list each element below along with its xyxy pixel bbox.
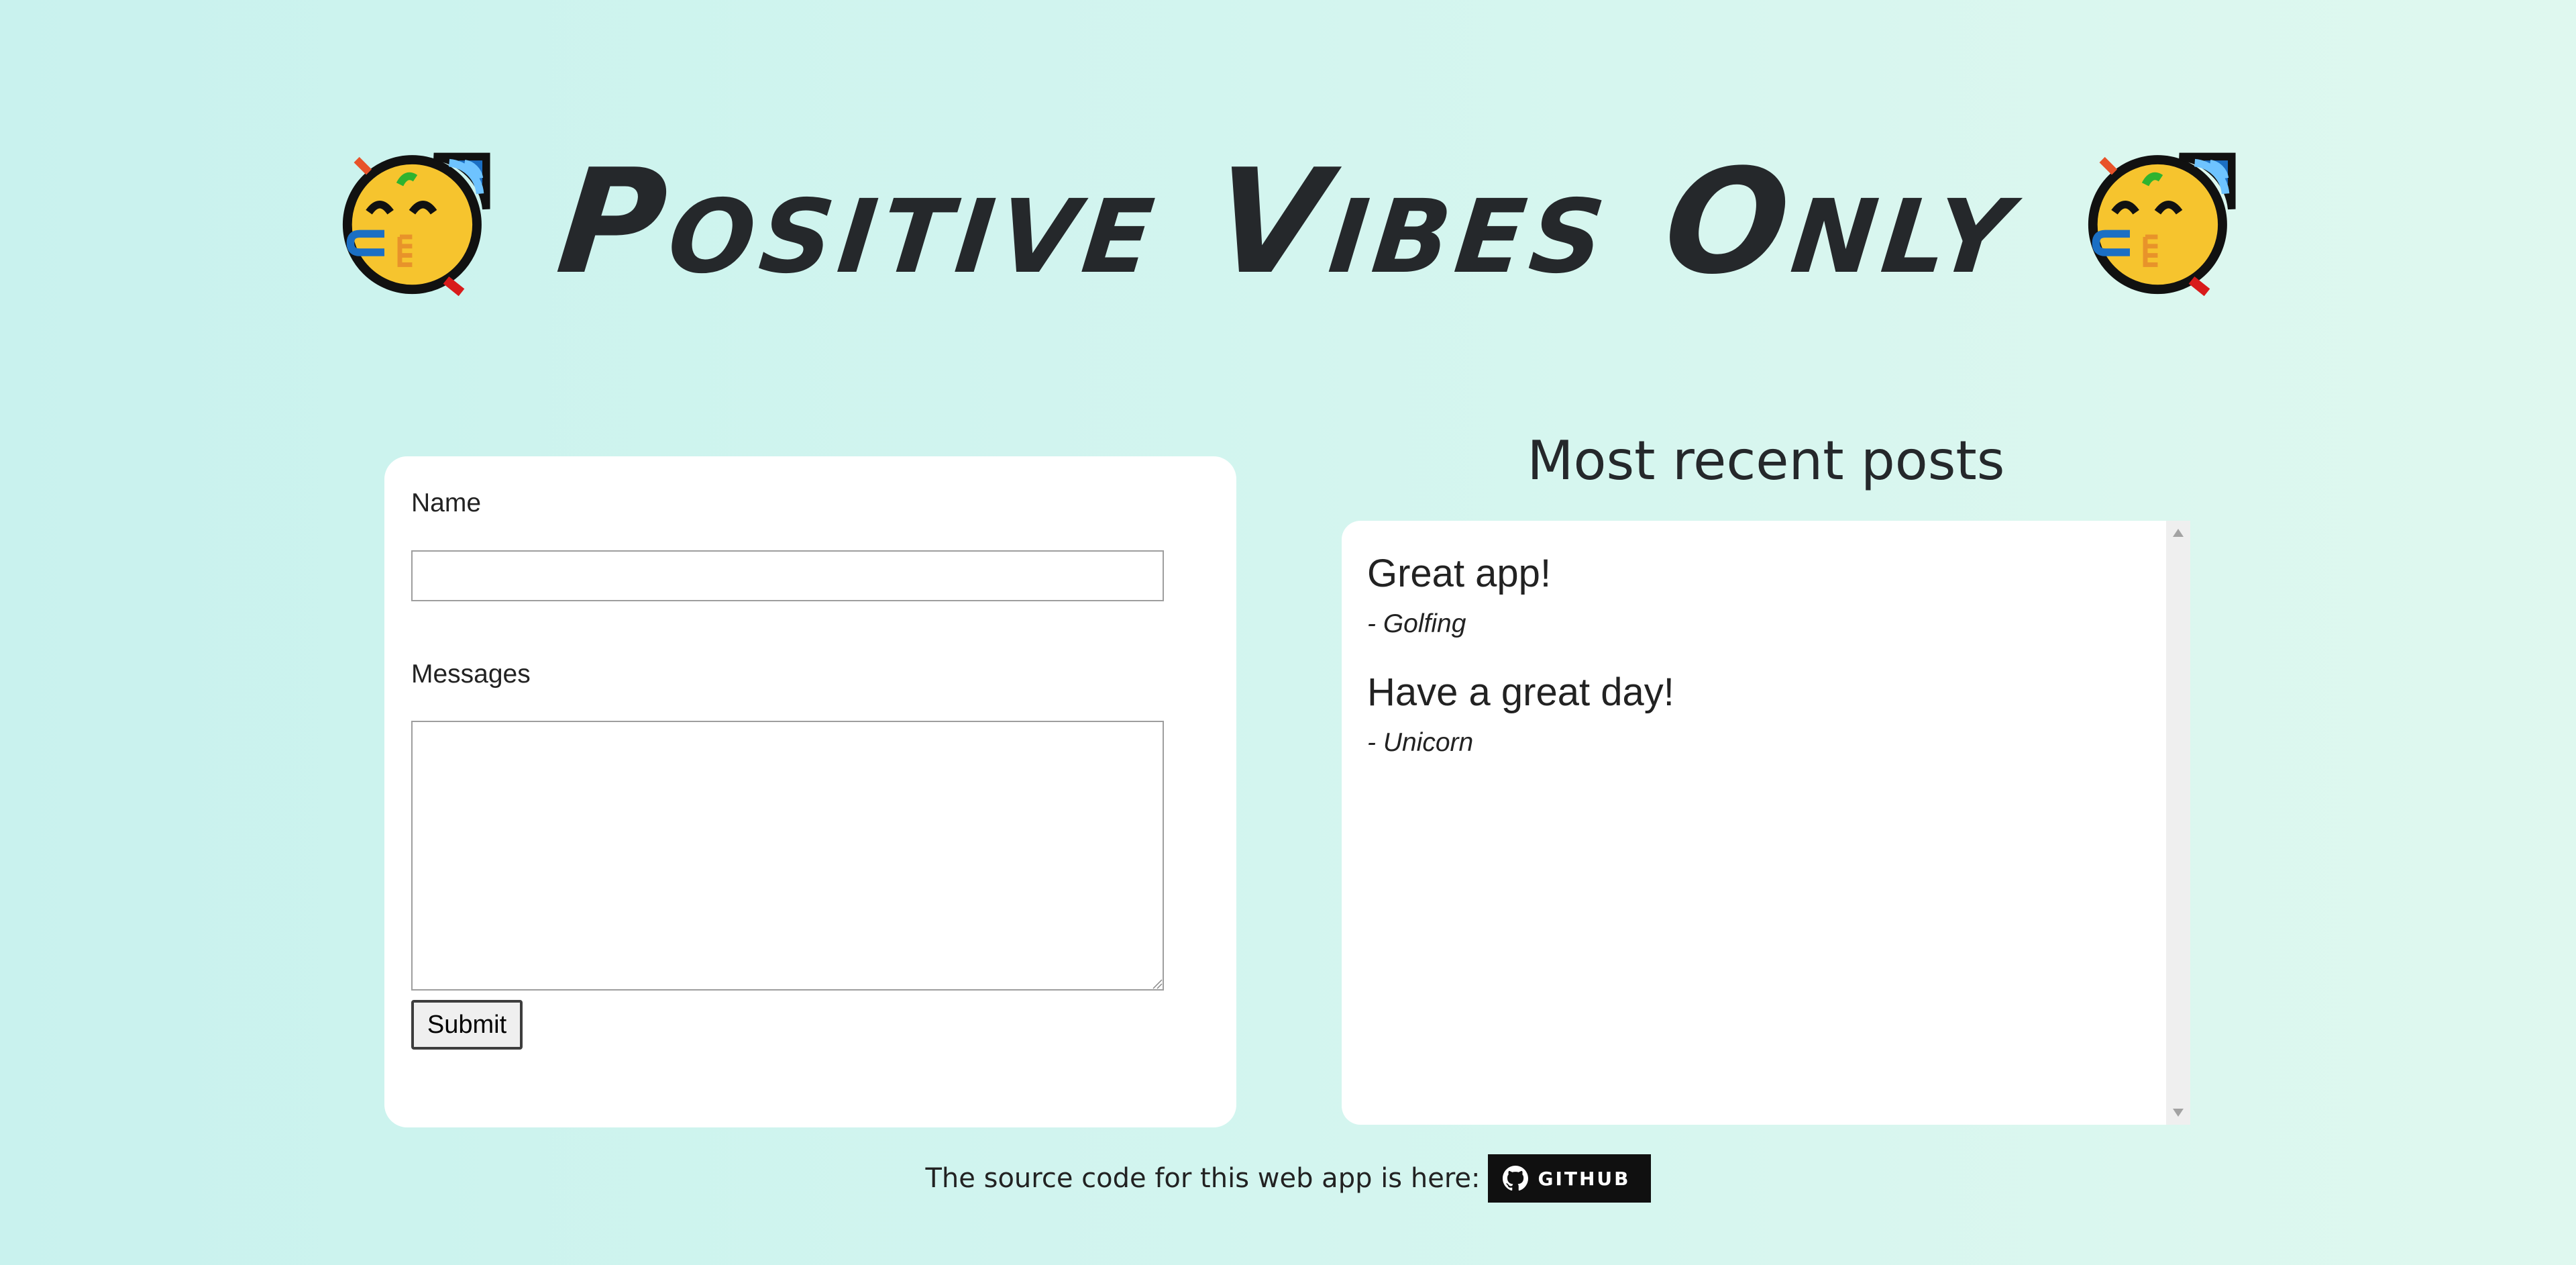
scroll-up-icon[interactable] [2173,529,2184,537]
posts-heading: Most recent posts [1527,429,2005,492]
page-title: Positive Vibes Only [550,137,2026,306]
list-item: Great app! - Golfing [1367,552,2139,638]
name-input[interactable] [411,550,1164,601]
footer-text: The source code for this web app is here… [925,1163,1481,1194]
messages-label: Messages [411,660,531,689]
name-label: Name [411,489,482,517]
posts-scrollbar[interactable] [2166,521,2190,1125]
github-badge-label: GITHUB [1538,1167,1631,1190]
posts-list: Great app! - Golfing Have a great day! -… [1367,554,2139,792]
partying-face-icon [342,152,490,297]
list-item: Have a great day! - Unicorn [1367,673,2139,756]
post-message: Have a great day! [1367,670,1674,714]
submit-button[interactable]: Submit [411,1000,523,1050]
scroll-down-icon[interactable] [2173,1109,2184,1117]
footer: The source code for this web app is here… [0,1154,2576,1203]
post-form: Name Messages Submit [384,456,1236,1127]
github-icon [1503,1166,1529,1191]
page-header: Positive Vibes Only [0,134,2576,309]
partying-face-icon [2088,152,2236,297]
messages-textarea[interactable] [411,721,1164,991]
github-badge-link[interactable]: GITHUB [1488,1154,1651,1203]
resize-grip-icon[interactable] [1150,977,1163,989]
posts-panel[interactable]: Great app! - Golfing Have a great day! -… [1342,521,2190,1125]
post-author: - Golfing [1367,609,1466,638]
post-message: Great app! [1367,552,1552,595]
post-author: - Unicorn [1367,728,1474,757]
